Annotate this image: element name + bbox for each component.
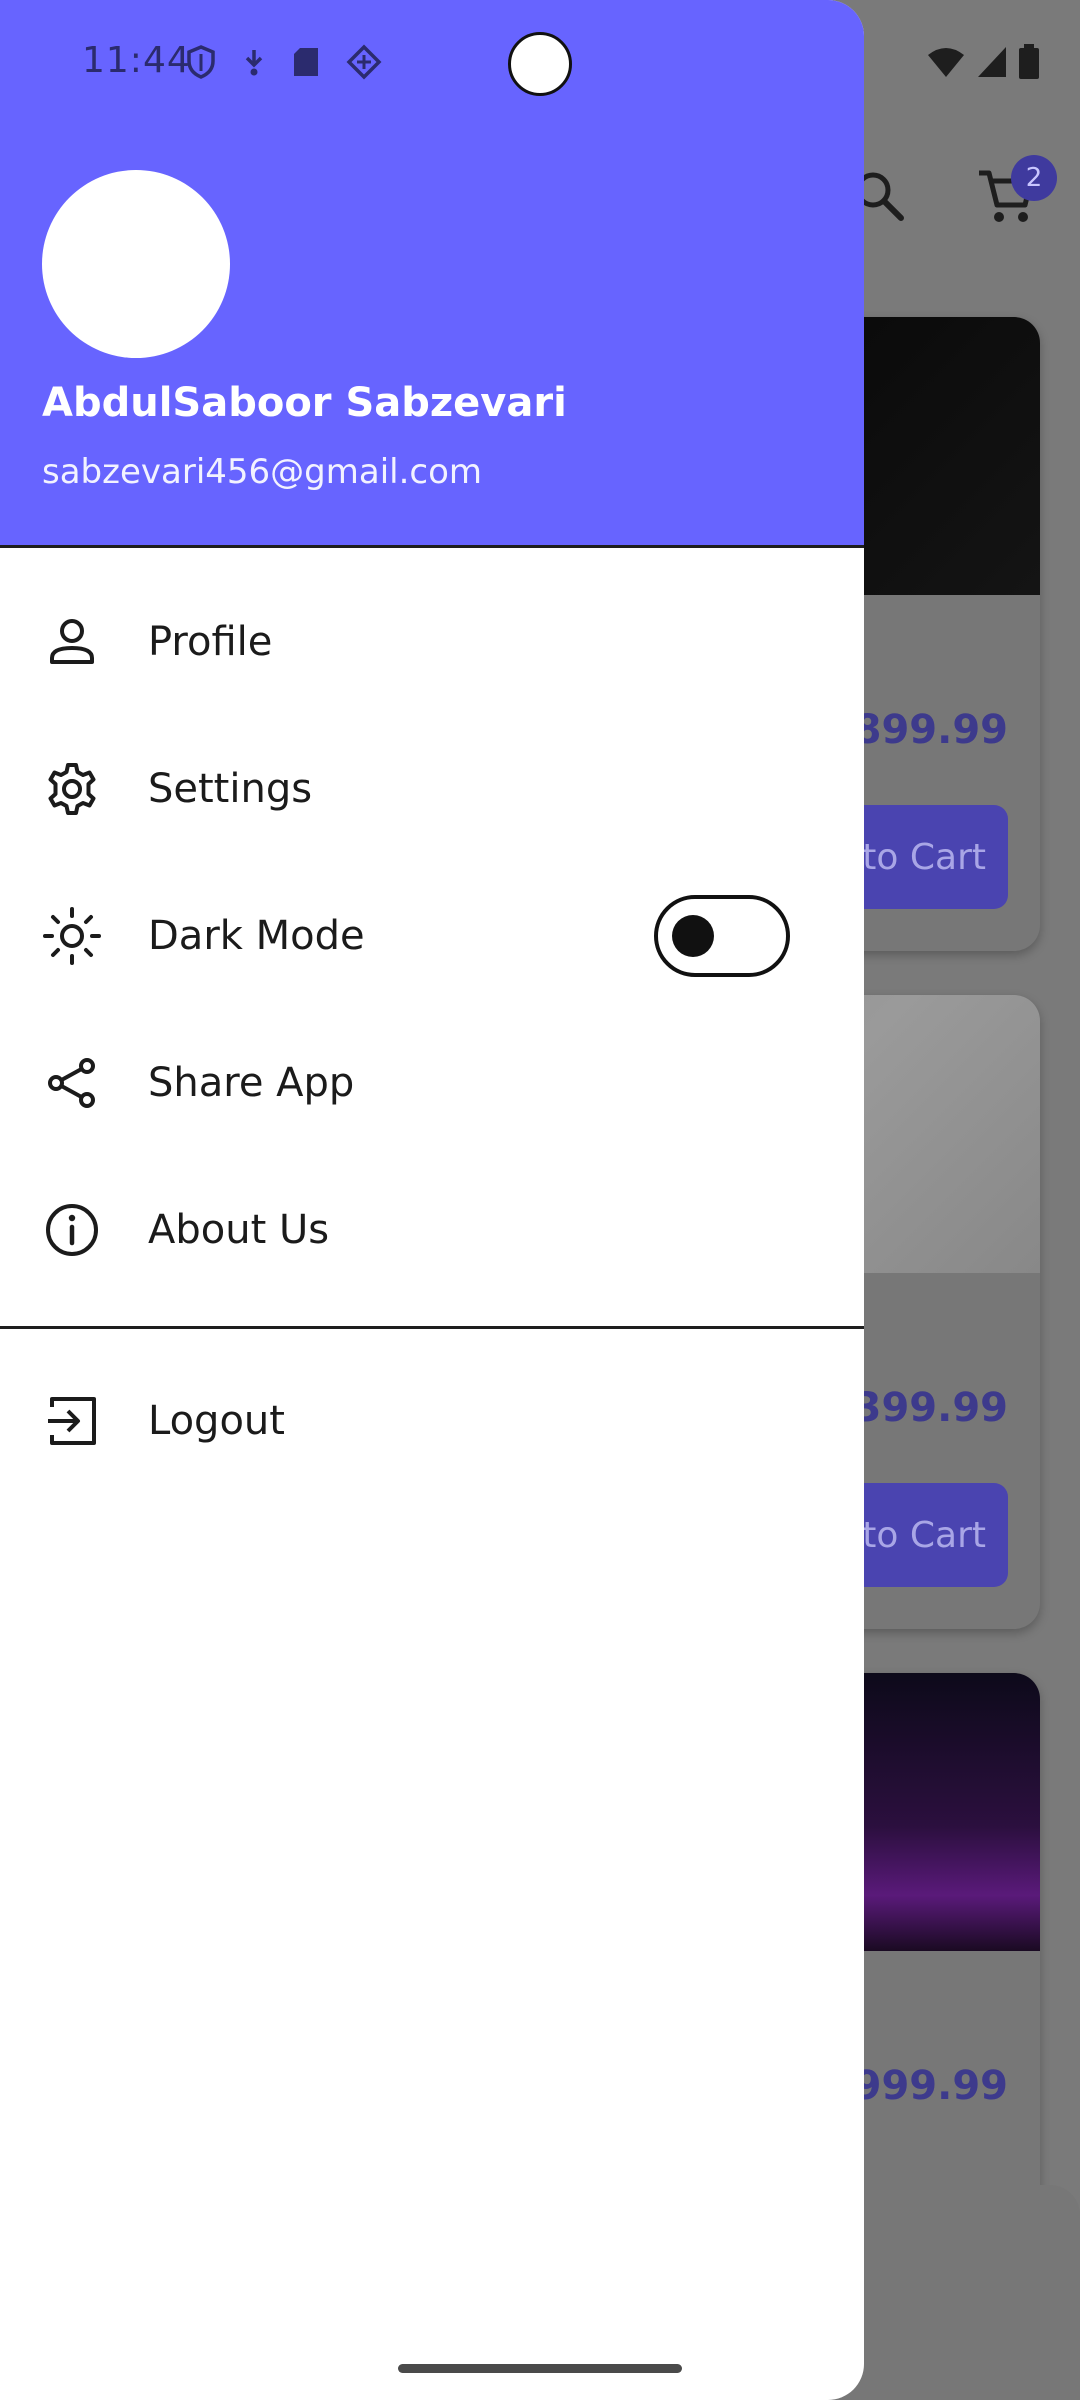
- toggle-knob: [672, 914, 714, 957]
- status-bar-right: [926, 44, 1040, 80]
- sd-card-icon: [294, 48, 318, 76]
- menu-item-label: About Us: [148, 1206, 330, 1253]
- menu-item-settings[interactable]: Settings: [0, 715, 864, 862]
- camera-cutout: [508, 32, 572, 96]
- dark-mode-toggle[interactable]: [654, 894, 790, 977]
- drawer-menu: Profile Settings Dark Mode Share App Abo…: [0, 568, 864, 1303]
- navigation-drawer: 11:44 AbdulSaboor Sabzevari sabzevari456…: [0, 0, 864, 2400]
- menu-item-share-app[interactable]: Share App: [0, 1009, 864, 1156]
- download-icon: [245, 50, 263, 76]
- menu-item-profile[interactable]: Profile: [0, 568, 864, 715]
- logout-label: Logout: [148, 1397, 285, 1444]
- shield-icon: [187, 45, 215, 79]
- user-email: sabzevari456@gmail.com: [42, 452, 483, 492]
- menu-item-label: Profile: [148, 618, 273, 665]
- menu-item-label: Settings: [148, 765, 313, 812]
- cart-button[interactable]: 2: [975, 155, 1057, 225]
- sun-icon: [42, 906, 102, 966]
- drawer-header: 11:44 AbdulSaboor Sabzevari sabzevari456…: [0, 0, 864, 548]
- status-time: 11:44: [82, 40, 191, 81]
- signal-icon: [978, 47, 1006, 77]
- cart-badge: 2: [1011, 155, 1057, 201]
- user-name: AbdulSaboor Sabzevari: [42, 380, 567, 426]
- share-icon: [42, 1053, 102, 1113]
- product-price: 399.99: [853, 1385, 1008, 1431]
- gear-icon: [42, 759, 102, 819]
- menu-item-label: Share App: [148, 1059, 355, 1106]
- logout-icon: [42, 1391, 102, 1451]
- menu-item-about-us[interactable]: About Us: [0, 1156, 864, 1303]
- wifi-icon: [928, 48, 964, 77]
- home-indicator[interactable]: [398, 2364, 682, 2373]
- avatar[interactable]: [42, 170, 230, 358]
- menu-item-dark-mode[interactable]: Dark Mode: [0, 862, 864, 1009]
- menu-item-label: Dark Mode: [148, 912, 365, 959]
- app-bar-actions: 2: [851, 155, 1057, 225]
- vpn-icon: [346, 44, 382, 80]
- status-icons: [186, 44, 382, 80]
- menu-item-logout[interactable]: Logout: [0, 1347, 864, 1494]
- battery-icon: [1019, 44, 1039, 79]
- info-icon: [42, 1200, 102, 1260]
- person-icon: [42, 612, 102, 672]
- drawer-divider: [0, 1326, 864, 1329]
